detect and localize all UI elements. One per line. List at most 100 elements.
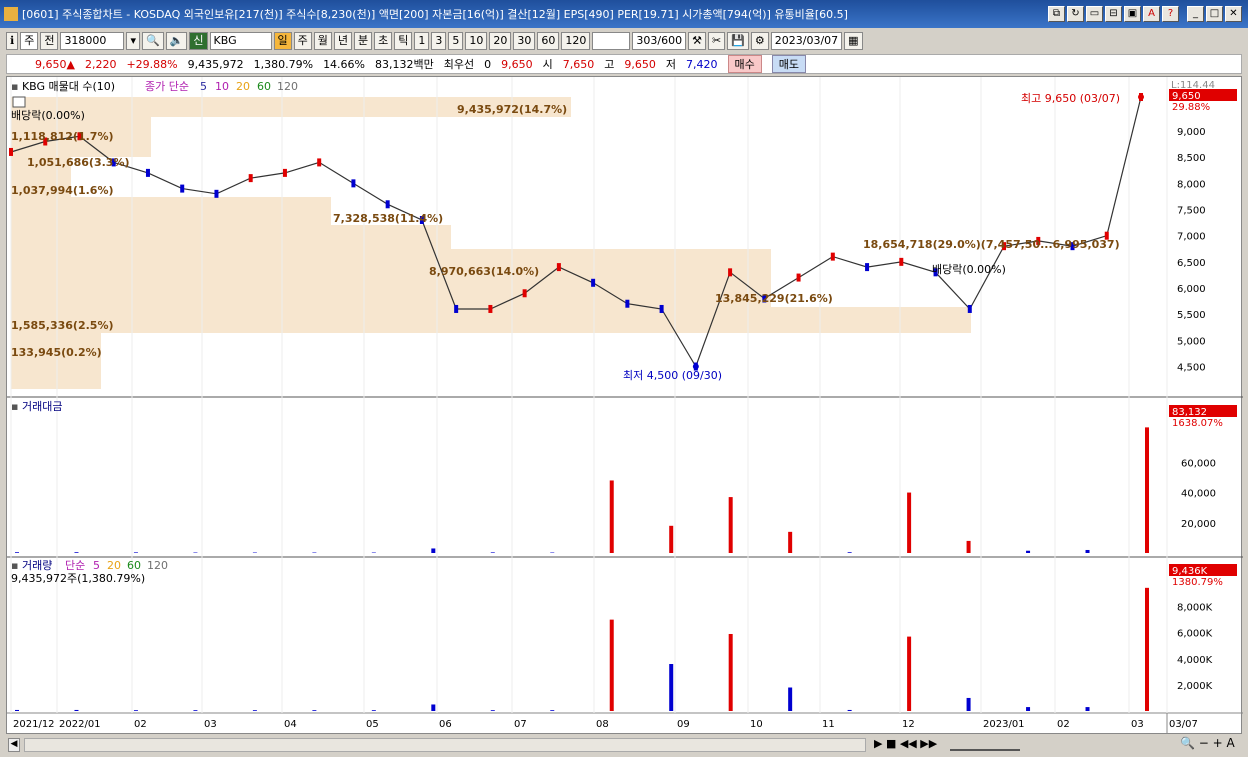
count-value: 303 [636,34,658,47]
x-tick-label: 2023/01 [983,719,1025,730]
scroll-track[interactable] [24,738,866,752]
price-candle [865,263,870,272]
vol-ma120-label[interactable]: 120 [147,559,168,572]
settings-icon[interactable]: ⚙ [750,32,769,50]
period-second[interactable]: 초 [374,32,393,50]
x-tick-label: 03/07 [1169,719,1198,730]
vol-ma20-label[interactable]: 20 [107,559,121,572]
price-legend[interactable]: ▪ KBG 매물대 수(10) [11,80,115,93]
vol-ma5-label[interactable]: 5 [93,559,100,572]
chart-svg[interactable]: 9,000 8,500 8,000 7,500 7,000 6,500 6,000 5,500… [7,77,1243,735]
playback-icons[interactable]: ▶ ■ ◀◀ ▶▶ [874,737,937,750]
zoom-slider[interactable] [950,737,1020,751]
price-candle [145,168,150,177]
amount-legend[interactable]: ▪ 거래대금 [11,400,62,413]
search-icon[interactable]: 🔍 [141,32,164,50]
interval-20[interactable]: 20 [489,32,512,50]
data-bar [550,710,555,711]
y-tick-label: 20,000 [1181,519,1216,530]
period-tick[interactable]: 틱 [394,32,413,50]
profile-band [11,225,451,249]
volume-legend[interactable]: ▪ 거래량 [11,559,52,572]
x-tick-label: 04 [284,719,297,730]
count-input[interactable]: 303/600 [632,32,687,50]
prev-button[interactable]: 전 [40,32,59,50]
ma120-label[interactable]: 120 [277,80,298,93]
layout-icon[interactable]: ⊟ [1105,6,1122,22]
speaker-icon[interactable]: 🔈 [165,32,188,50]
refresh-icon[interactable]: ↻ [1067,6,1084,22]
interval-30[interactable]: 30 [513,32,536,50]
font-icon[interactable]: A [1143,6,1160,22]
interval-120[interactable]: 120 [561,32,591,50]
info-icon[interactable]: ℹ [6,32,19,50]
mode-select[interactable]: 주 [20,32,39,50]
x-tick-label: 06 [439,719,452,730]
interval-3[interactable]: 3 [431,32,447,50]
profile-label: 133,945(0.2%) [11,346,102,359]
scissors-icon[interactable]: ✂ [707,32,726,50]
data-bar [609,619,614,711]
data-bar [252,710,257,711]
period-day[interactable]: 일 [273,32,292,50]
save-window-icon[interactable]: ▣ [1124,6,1141,22]
profile-label: 1,118,812(1.7%) [11,130,114,143]
save-icon[interactable]: 💾 [727,32,749,50]
x-tick-label: 03 [204,719,217,730]
link-icon[interactable]: ⧉ [1048,6,1065,22]
calendar-icon[interactable]: ▦ [844,32,863,50]
maximize-button[interactable]: □ [1206,6,1223,22]
best-label: 최우선 [443,58,475,71]
ma-label[interactable]: 종가 단순 [145,80,189,93]
toolbar: ℹ 주 전 318000 ▾ 🔍 🔈 신 KBG 일 주 월 년 분 초 틱 1… [0,30,1248,52]
data-bar [669,664,674,711]
minimize-button[interactable]: _ [1187,6,1204,22]
y-tick-label: 8,000 [1177,179,1206,190]
data-bar [431,704,436,711]
code-input[interactable]: 318000 [60,32,125,50]
close-button[interactable]: ✕ [1225,6,1242,22]
scroll-left-icon[interactable]: ◀ [8,738,20,752]
quote-bar: 9,650▲ 2,220 +29.88% 9,435,972 1,380.79%… [6,54,1242,74]
y-tick-label: 8,500 [1177,153,1206,164]
data-bar [907,636,912,711]
ma20-label[interactable]: 20 [236,80,250,93]
help-icon[interactable]: ? [1162,6,1179,22]
interval-5[interactable]: 5 [448,32,464,50]
last-price-value: 9,650 [1172,91,1201,102]
window-icon[interactable]: ▭ [1086,6,1103,22]
price-candle [317,158,322,167]
buy-button[interactable]: 매수 [727,55,762,73]
profile-label: 13,845,229(21.6%) [715,292,833,305]
sell-button[interactable]: 매도 [771,55,806,73]
period-minute[interactable]: 분 [354,32,373,50]
interval-60[interactable]: 60 [537,32,560,50]
dropdown-icon[interactable]: ▾ [126,32,140,50]
chart-area[interactable]: 9,000 8,500 8,000 7,500 7,000 6,500 6,000 5,500… [6,76,1243,735]
bottom-scrollbar[interactable]: ◀ ▶ ■ ◀◀ ▶▶ 🔍 − + A [0,734,1248,757]
ma5-label[interactable]: 5 [200,80,207,93]
zoom-icons[interactable]: 🔍 − + A [1180,736,1235,750]
ma60-label[interactable]: 60 [257,80,271,93]
y-tick-label: 8,000K [1177,603,1213,614]
low-note: 최저 4,500 (09/30) [623,369,722,382]
interval-10[interactable]: 10 [465,32,488,50]
dividend-label: 배당락(0.00%) [11,109,85,122]
period-year[interactable]: 년 [333,32,352,50]
vol-ma-label[interactable]: 단순 [65,559,85,572]
period-month[interactable]: 월 [313,32,332,50]
data-bar [312,710,317,711]
stock-name-field[interactable]: KBG [209,32,272,50]
profile-label: 18,654,718(29.0%)(7,457,50...6,995,037) [863,238,1120,251]
table-icon[interactable] [12,96,26,108]
period-week[interactable]: 주 [293,32,312,50]
custom-interval-input[interactable] [592,32,631,50]
interval-1[interactable]: 1 [414,32,430,50]
high-label: 고 [604,58,615,71]
x-tick-label: 07 [514,719,527,730]
date-input[interactable]: 2023/03/07 [770,32,843,50]
ma10-label[interactable]: 10 [215,80,229,93]
vol-ma60-label[interactable]: 60 [127,559,141,572]
tool-icon[interactable]: ⚒ [688,32,706,50]
price-candle [659,304,664,313]
